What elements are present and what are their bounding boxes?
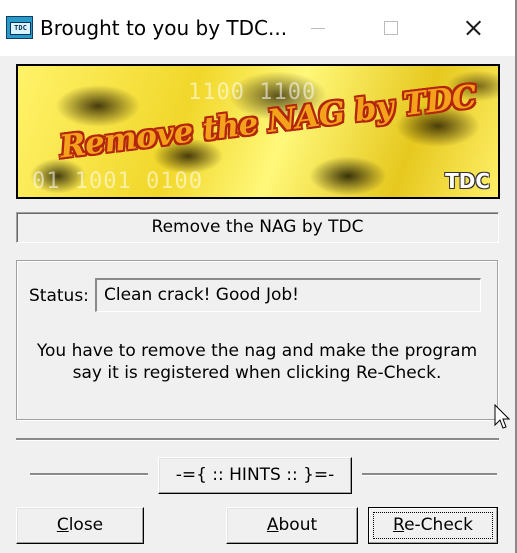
minimize-icon[interactable] bbox=[283, 0, 353, 56]
banner-binary-bottom: 01 1001 0100 bbox=[32, 169, 203, 194]
separator-right bbox=[362, 473, 497, 476]
status-label: Status: bbox=[29, 286, 89, 306]
close-button[interactable]: Close bbox=[16, 507, 144, 544]
maximize-icon[interactable] bbox=[355, 0, 425, 56]
app-icon-label: TDC bbox=[10, 22, 31, 35]
app-window: TDC Brought to you by TDC... 1100 1100 0… bbox=[0, 0, 517, 553]
status-group: Status: Clean crack! Good Job! You have … bbox=[16, 260, 498, 420]
close-icon[interactable] bbox=[436, 0, 506, 56]
close-accelerator: C bbox=[56, 515, 69, 535]
mouse-cursor-icon bbox=[494, 404, 510, 429]
focus-rectangle: Re-Check bbox=[373, 512, 493, 539]
recheck-label: e-Check bbox=[404, 515, 473, 535]
status-field: Clean crack! Good Job! bbox=[95, 278, 481, 312]
recheck-button[interactable]: Re-Check bbox=[368, 507, 498, 544]
close-label: lose bbox=[68, 515, 104, 535]
separator-left bbox=[30, 473, 148, 476]
instructions-text: You have to remove the nag and make the … bbox=[36, 341, 478, 383]
recheck-accelerator: R bbox=[393, 515, 405, 535]
about-button[interactable]: About bbox=[226, 507, 358, 544]
window-title: Brought to you by TDC... bbox=[40, 16, 288, 40]
about-label: bout bbox=[278, 515, 318, 535]
banner-image: 1100 1100 01 1001 0100 Remove the NAG by… bbox=[16, 64, 500, 199]
separator bbox=[16, 438, 499, 441]
caption-label: Remove the NAG by TDC bbox=[16, 212, 499, 243]
about-accelerator: A bbox=[266, 515, 279, 535]
hints-button[interactable]: -={ :: HINTS :: }=- bbox=[158, 457, 352, 494]
tdc-app-icon[interactable]: TDC bbox=[6, 16, 33, 39]
banner-logo: TDC bbox=[445, 169, 490, 193]
title-bar[interactable]: TDC Brought to you by TDC... bbox=[0, 0, 515, 56]
